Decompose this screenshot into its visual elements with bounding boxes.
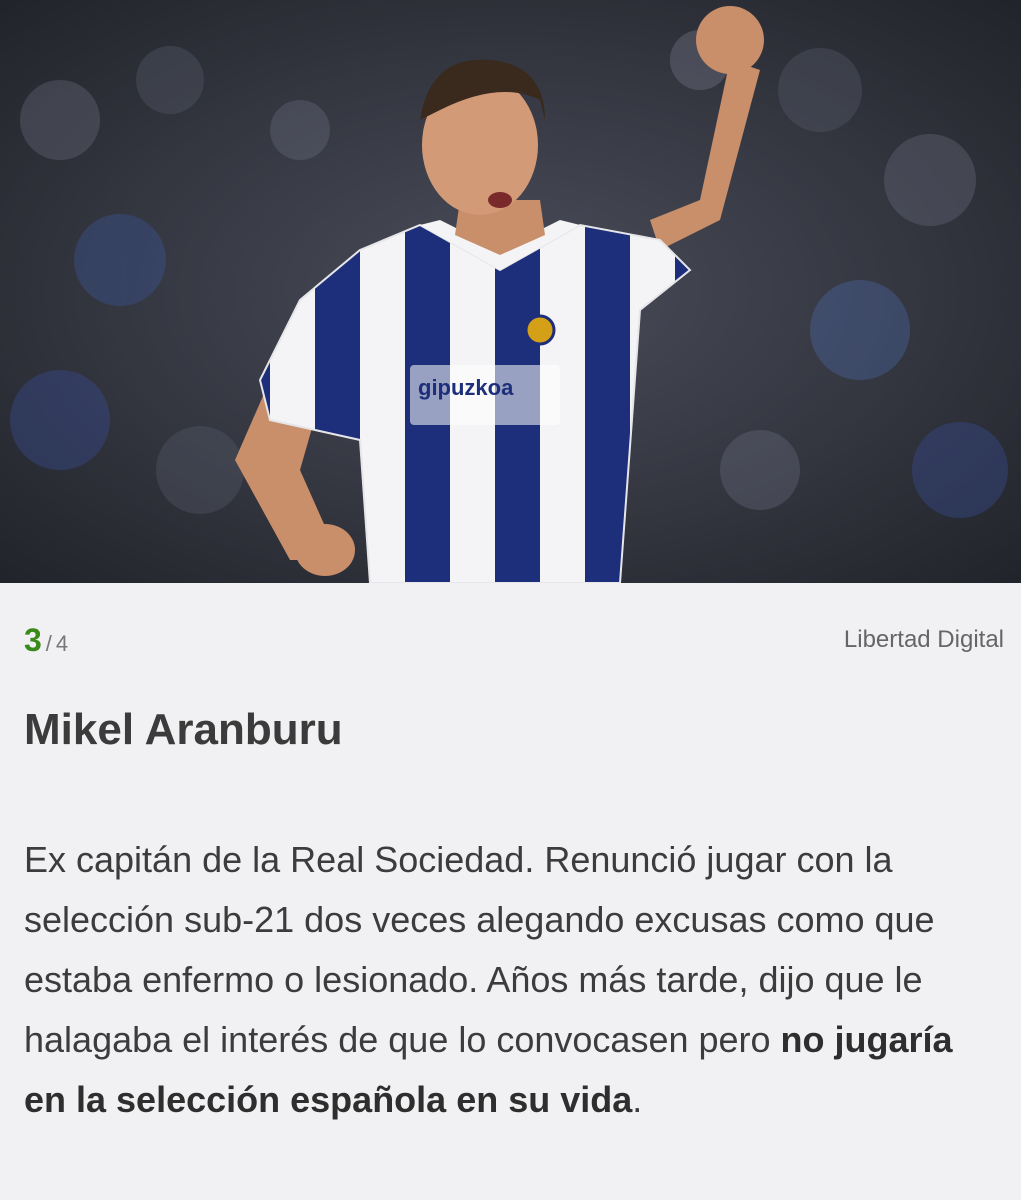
- article-title: Mikel Aranburu: [24, 705, 343, 754]
- slide-counter: 3/4: [24, 620, 68, 664]
- slide-separator: /: [45, 631, 52, 656]
- gallery-meta-row: 3/4 Libertad Digital: [24, 620, 1004, 660]
- player-illustration: gipuzkoa: [0, 0, 1021, 583]
- hero-photo: gipuzkoa: [0, 0, 1021, 583]
- article-body: Ex capitán de la Real Sociedad. Renunció…: [24, 830, 999, 1130]
- shirt-sponsor-text: gipuzkoa: [418, 375, 514, 400]
- source-credit[interactable]: Libertad Digital: [844, 620, 1004, 660]
- slide-current: 3: [24, 622, 42, 658]
- slide-total: 4: [55, 631, 69, 656]
- article-body-end: .: [632, 1079, 643, 1120]
